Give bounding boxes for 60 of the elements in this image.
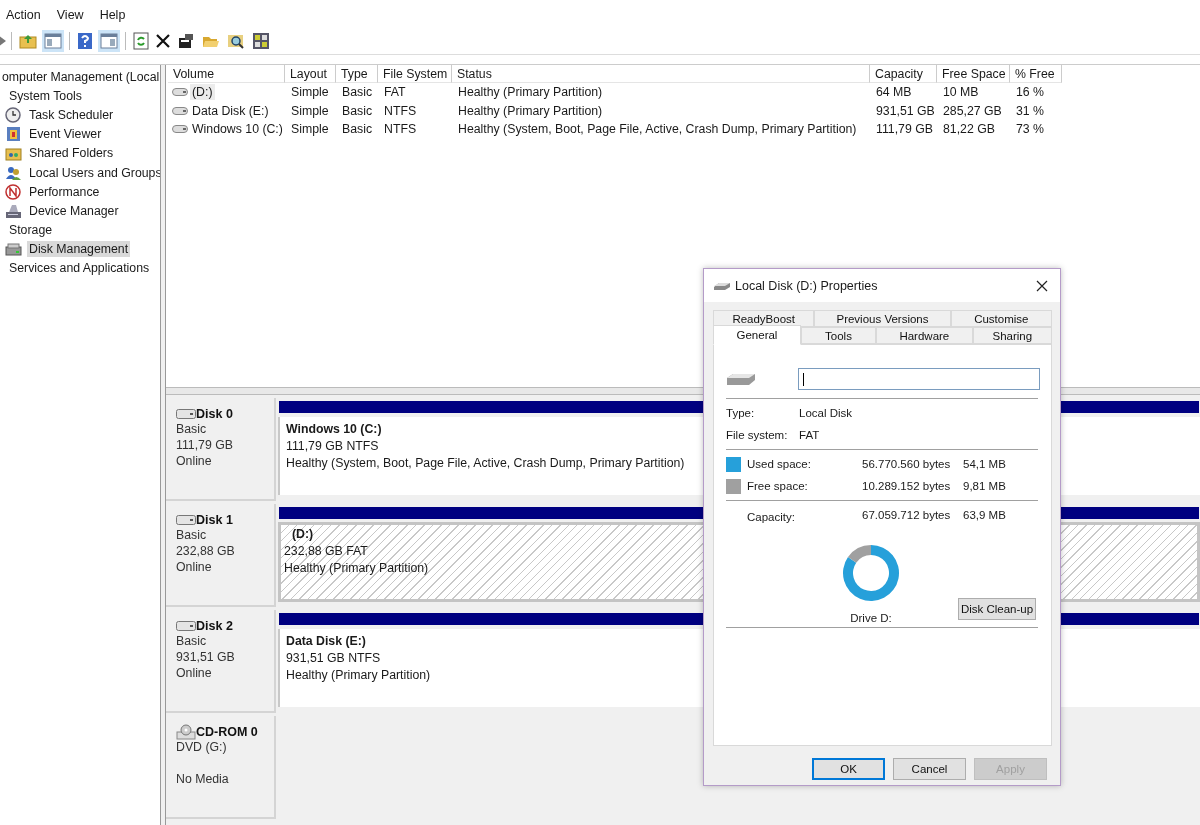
disk-name: CD-ROM 0 [196, 724, 258, 739]
table-cell-text: 285,27 GB [942, 103, 1003, 118]
partition-title: Data Disk (E:) [286, 634, 366, 650]
size-value: 63,9 MB [963, 509, 1006, 521]
table-cell-text: 81,22 GB [942, 122, 996, 137]
size-value: 9,81 MB [963, 480, 1006, 492]
size-value: 54,1 MB [963, 458, 1006, 470]
table-cell-text: 31 % [1015, 103, 1046, 118]
table-cell-text: Basic [341, 85, 374, 100]
partition-status: Healthy (Primary Partition) [284, 561, 429, 577]
table-cell-text: 931,51 GB [875, 103, 936, 118]
disk-info: Basic [176, 528, 208, 544]
field-label: Type: [726, 407, 756, 419]
disk-info: Basic [176, 422, 208, 438]
disk-name: Disk 0 [196, 406, 233, 421]
table-cell-text: Simple [290, 122, 330, 137]
table-cell-text: 64 MB [875, 85, 913, 100]
table-cell-text: Simple [290, 103, 330, 118]
disk-name: Disk 1 [196, 512, 233, 527]
table-cell-text: 73 % [1015, 122, 1046, 137]
partition-size: 111,79 GB NTFS [286, 439, 379, 455]
table-cell-text: 16 % [1015, 85, 1046, 100]
table-cell-text: Basic [341, 122, 374, 137]
disk-info: Basic [176, 634, 208, 650]
partition-status: Healthy (Primary Partition) [286, 668, 431, 684]
table-cell-text: 111,79 GB [875, 122, 934, 137]
disk-info: 931,51 GB [176, 650, 236, 666]
table-cell-text: 10 MB [942, 85, 980, 100]
disk-info: DVD (G:) [176, 740, 228, 756]
disk-info: Online [176, 666, 213, 682]
field-value: FAT [799, 429, 820, 441]
table-cell-text: Simple [290, 85, 330, 100]
disk-info: 111,79 GB [176, 438, 234, 454]
field-label: File system: [726, 429, 789, 441]
disk-info: 232,88 GB [176, 544, 236, 560]
partition-size: 931,51 GB NTFS [286, 651, 381, 667]
bytes-value: 56.770.560 bytes [862, 458, 952, 470]
partition-size: 232,88 GB FAT [284, 544, 368, 560]
table-cell-text: NTFS [383, 103, 418, 118]
capacity-label: Capacity: [746, 511, 796, 523]
partition-status: Healthy (System, Boot, Page File, Active, Crash Dump, Primary Partition) [286, 456, 685, 472]
table-cell-text: Basic [341, 103, 374, 118]
table-cell-text: FAT [383, 85, 407, 100]
table-cell-text: Healthy (System, Boot, Page File, Active, Crash Dump, Primary Partition) [457, 122, 858, 137]
table-cell-text: Healthy (Primary Partition) [457, 85, 604, 100]
disk-name: Disk 2 [196, 618, 233, 633]
partition-title: (D:) [291, 527, 314, 543]
chart-title: Drive D: [850, 612, 892, 624]
partition-title: Windows 10 (C:) [286, 422, 382, 438]
table-cell-text: NTFS [383, 122, 418, 137]
legend-label: Used space: [747, 458, 812, 470]
bytes-value: 67.059.712 bytes [862, 509, 952, 521]
legend-label: Free space: [747, 480, 809, 492]
disk-info: Online [176, 454, 213, 470]
disk-info: Online [176, 560, 213, 576]
bytes-value: 10.289.152 bytes [862, 480, 952, 492]
window-title: Local Disk (D:) Properties [735, 278, 879, 293]
disk-info: No Media [176, 772, 230, 788]
field-value: Local Disk [799, 407, 853, 419]
table-cell-text: Healthy (Primary Partition) [457, 103, 604, 118]
